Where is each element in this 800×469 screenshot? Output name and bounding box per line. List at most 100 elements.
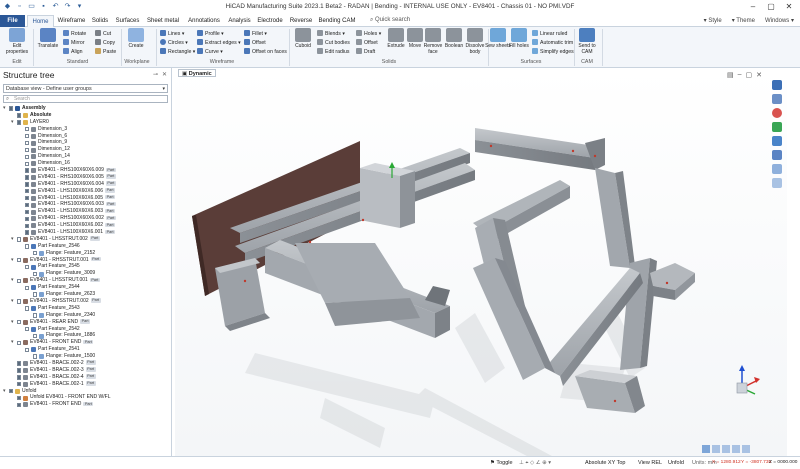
offset-on-faces-button[interactable]: Offset on faces — [244, 48, 287, 56]
visibility-checkbox[interactable] — [25, 189, 30, 194]
visibility-checkbox[interactable] — [25, 306, 30, 311]
tab-solids[interactable]: Solids — [89, 15, 111, 27]
visibility-checkbox[interactable] — [17, 361, 22, 366]
right-bracket[interactable] — [650, 263, 695, 300]
tree-view-select[interactable]: Database view - Define user groups ▾ — [3, 84, 168, 93]
tree-row[interactable]: EV8401 - FRONT END Part — [0, 401, 172, 408]
tree-row[interactable]: Dimension_16 — [0, 160, 172, 167]
tree-row[interactable]: ▾ Unfold — [0, 388, 172, 395]
visibility-checkbox[interactable] — [17, 375, 22, 380]
tree-row[interactable]: ▾ EV8401 - RHSSTRUT.002 Part — [0, 298, 172, 305]
profile-button[interactable]: Profile ▾ — [197, 30, 224, 38]
visibility-checkbox[interactable] — [33, 251, 38, 256]
solid-offset-button[interactable]: Offset — [356, 39, 378, 47]
visibility-checkbox[interactable] — [17, 237, 22, 242]
tab-bending-cam[interactable]: Bending CAM — [317, 15, 357, 27]
visibility-checkbox[interactable] — [25, 168, 30, 173]
views-icon[interactable] — [772, 150, 782, 160]
tab-home[interactable]: Home — [27, 15, 54, 27]
visibility-checkbox[interactable] — [25, 326, 30, 332]
tab-surfaces[interactable]: Surfaces — [113, 15, 142, 27]
visibility-checkbox[interactable] — [25, 285, 30, 290]
visibility-checkbox[interactable] — [17, 395, 22, 401]
tree-row[interactable]: Flange: Feature_2152 — [0, 250, 172, 257]
curve-button[interactable]: Curve ▾ — [197, 48, 223, 56]
visibility-checkbox[interactable] — [25, 230, 30, 235]
tree-row[interactable]: EV8401 - LHS100X60X6.003 Part — [0, 208, 172, 215]
unfold-status[interactable]: Unfold — [668, 460, 684, 466]
model-scene[interactable] — [175, 68, 787, 456]
visibility-checkbox[interactable] — [25, 147, 30, 153]
visibility-checkbox[interactable] — [17, 340, 22, 346]
linear-ruled-button[interactable]: Linear ruled — [532, 30, 567, 38]
catalog-icon[interactable] — [772, 122, 782, 132]
tab-file[interactable]: File — [0, 15, 25, 27]
visibility-checkbox[interactable] — [25, 140, 30, 146]
tab-wireframe[interactable]: Wireframe — [56, 15, 87, 27]
tree-row[interactable]: ▾ Assembly — [0, 105, 172, 112]
view-rel-select[interactable]: View REL — [638, 460, 662, 466]
tree-row[interactable]: Flange: Feature_2340 — [0, 312, 172, 319]
tree-row[interactable]: Part Feature_2544 — [0, 284, 172, 291]
viewport-maximize-icon[interactable]: ▢ — [746, 71, 753, 79]
tab-sheet-metal[interactable]: Sheet metal — [144, 15, 182, 27]
visibility-checkbox[interactable] — [25, 161, 30, 166]
tree-row[interactable]: EV8401 - LHS100X60X6.001 Part — [0, 229, 172, 236]
tree-row[interactable]: EV8401 - BRACE.002-2 Part — [0, 360, 172, 367]
right-diagonal-rail[interactable] — [475, 128, 605, 170]
tab-reverse[interactable]: Reverse — [287, 15, 315, 27]
tree-row[interactable]: EV8401 - RHS100X60X6.002 Part — [0, 215, 172, 222]
visibility-checkbox[interactable] — [33, 292, 38, 297]
draft-button[interactable]: Draft — [356, 48, 375, 56]
tab-electrode[interactable]: Electrode — [255, 15, 285, 27]
visibility-checkbox[interactable] — [17, 257, 22, 263]
search-parts-icon[interactable] — [772, 136, 782, 146]
pin-icon[interactable]: ⊸ — [153, 71, 158, 78]
tree-row[interactable]: ▾ EV8401 - RHSSTRUT.001 Part — [0, 257, 172, 264]
tree-row[interactable]: Absolute — [0, 112, 172, 119]
visibility-checkbox[interactable] — [17, 299, 22, 304]
panel-close-icon[interactable]: ✕ — [162, 71, 167, 78]
visibility-checkbox[interactable] — [33, 271, 38, 277]
tree-row[interactable]: Dimension_14 — [0, 153, 172, 160]
tree-row[interactable]: ▾ EV8401 - REAR END Part — [0, 319, 172, 326]
tree-row[interactable]: Dimension_3 — [0, 126, 172, 133]
expand-chevron-icon[interactable]: ▾ — [11, 339, 14, 346]
visibility-checkbox[interactable] — [33, 313, 38, 318]
snap-icons[interactable]: ⊥ ⌖ ◇ ∠ ⊕ ▾ — [519, 460, 551, 467]
expand-chevron-icon[interactable]: ▾ — [11, 298, 14, 305]
maximize-icon[interactable]: ▢ — [762, 0, 780, 13]
rectangle-button[interactable]: Rectangle ▾ — [160, 48, 195, 56]
tree-row[interactable]: ▾ EV8401 - FRONT END Part — [0, 339, 172, 346]
expand-chevron-icon[interactable]: ▾ — [3, 105, 6, 112]
tree-row[interactable]: EV8401 - RHS100X60X6.004 Part — [0, 181, 172, 188]
tree-row[interactable]: Flange: Feature_1500 — [0, 353, 172, 360]
3d-viewport[interactable]: ▣ Dynamic ▤ – ▢ ✕ — [175, 68, 787, 456]
tree-row[interactable]: Dimension_9 — [0, 139, 172, 146]
translate-button[interactable]: Translate — [35, 28, 61, 49]
tree-row[interactable]: Flange: Feature_1886 — [0, 332, 172, 339]
grid-icon[interactable] — [772, 178, 782, 188]
tree-row[interactable]: Flange: Feature_2623 — [0, 291, 172, 298]
viewport-minimize-icon[interactable]: – — [738, 71, 742, 79]
viewport-close-icon[interactable]: ✕ — [756, 71, 762, 79]
tree-row[interactable]: EV8401 - RHS100X60X6.005 Part — [0, 174, 172, 181]
tree-row[interactable]: Part Feature_2541 — [0, 346, 172, 353]
copy-button[interactable]: Copy — [95, 39, 115, 47]
settings-icon[interactable] — [772, 164, 782, 174]
tree-row[interactable]: Part Feature_2543 — [0, 305, 172, 312]
visibility-checkbox[interactable] — [17, 382, 22, 387]
tree-row[interactable]: Dimension_6 — [0, 133, 172, 140]
tree-row[interactable]: EV8401 - BRACE.002-4 Part — [0, 374, 172, 381]
view-side-icon[interactable] — [732, 445, 740, 453]
expand-chevron-icon[interactable]: ▾ — [11, 119, 14, 126]
tree-row[interactable]: EV8401 - BRACE.002-1 Part — [0, 381, 172, 388]
toggle-button[interactable]: ⚑ Toggle — [490, 460, 513, 466]
tree-row[interactable]: Flange: Feature_3009 — [0, 270, 172, 277]
visibility-checkbox[interactable] — [33, 333, 38, 339]
circles-button[interactable]: Circles ▾ — [160, 39, 188, 47]
expand-chevron-icon[interactable]: ▾ — [3, 388, 6, 395]
holes-button[interactable]: Holes ▾ — [356, 30, 381, 38]
center-post[interactable] — [360, 163, 415, 228]
tree-row[interactable]: ▾ EV8401 - LHSSTRUT.002 Part — [0, 236, 172, 243]
